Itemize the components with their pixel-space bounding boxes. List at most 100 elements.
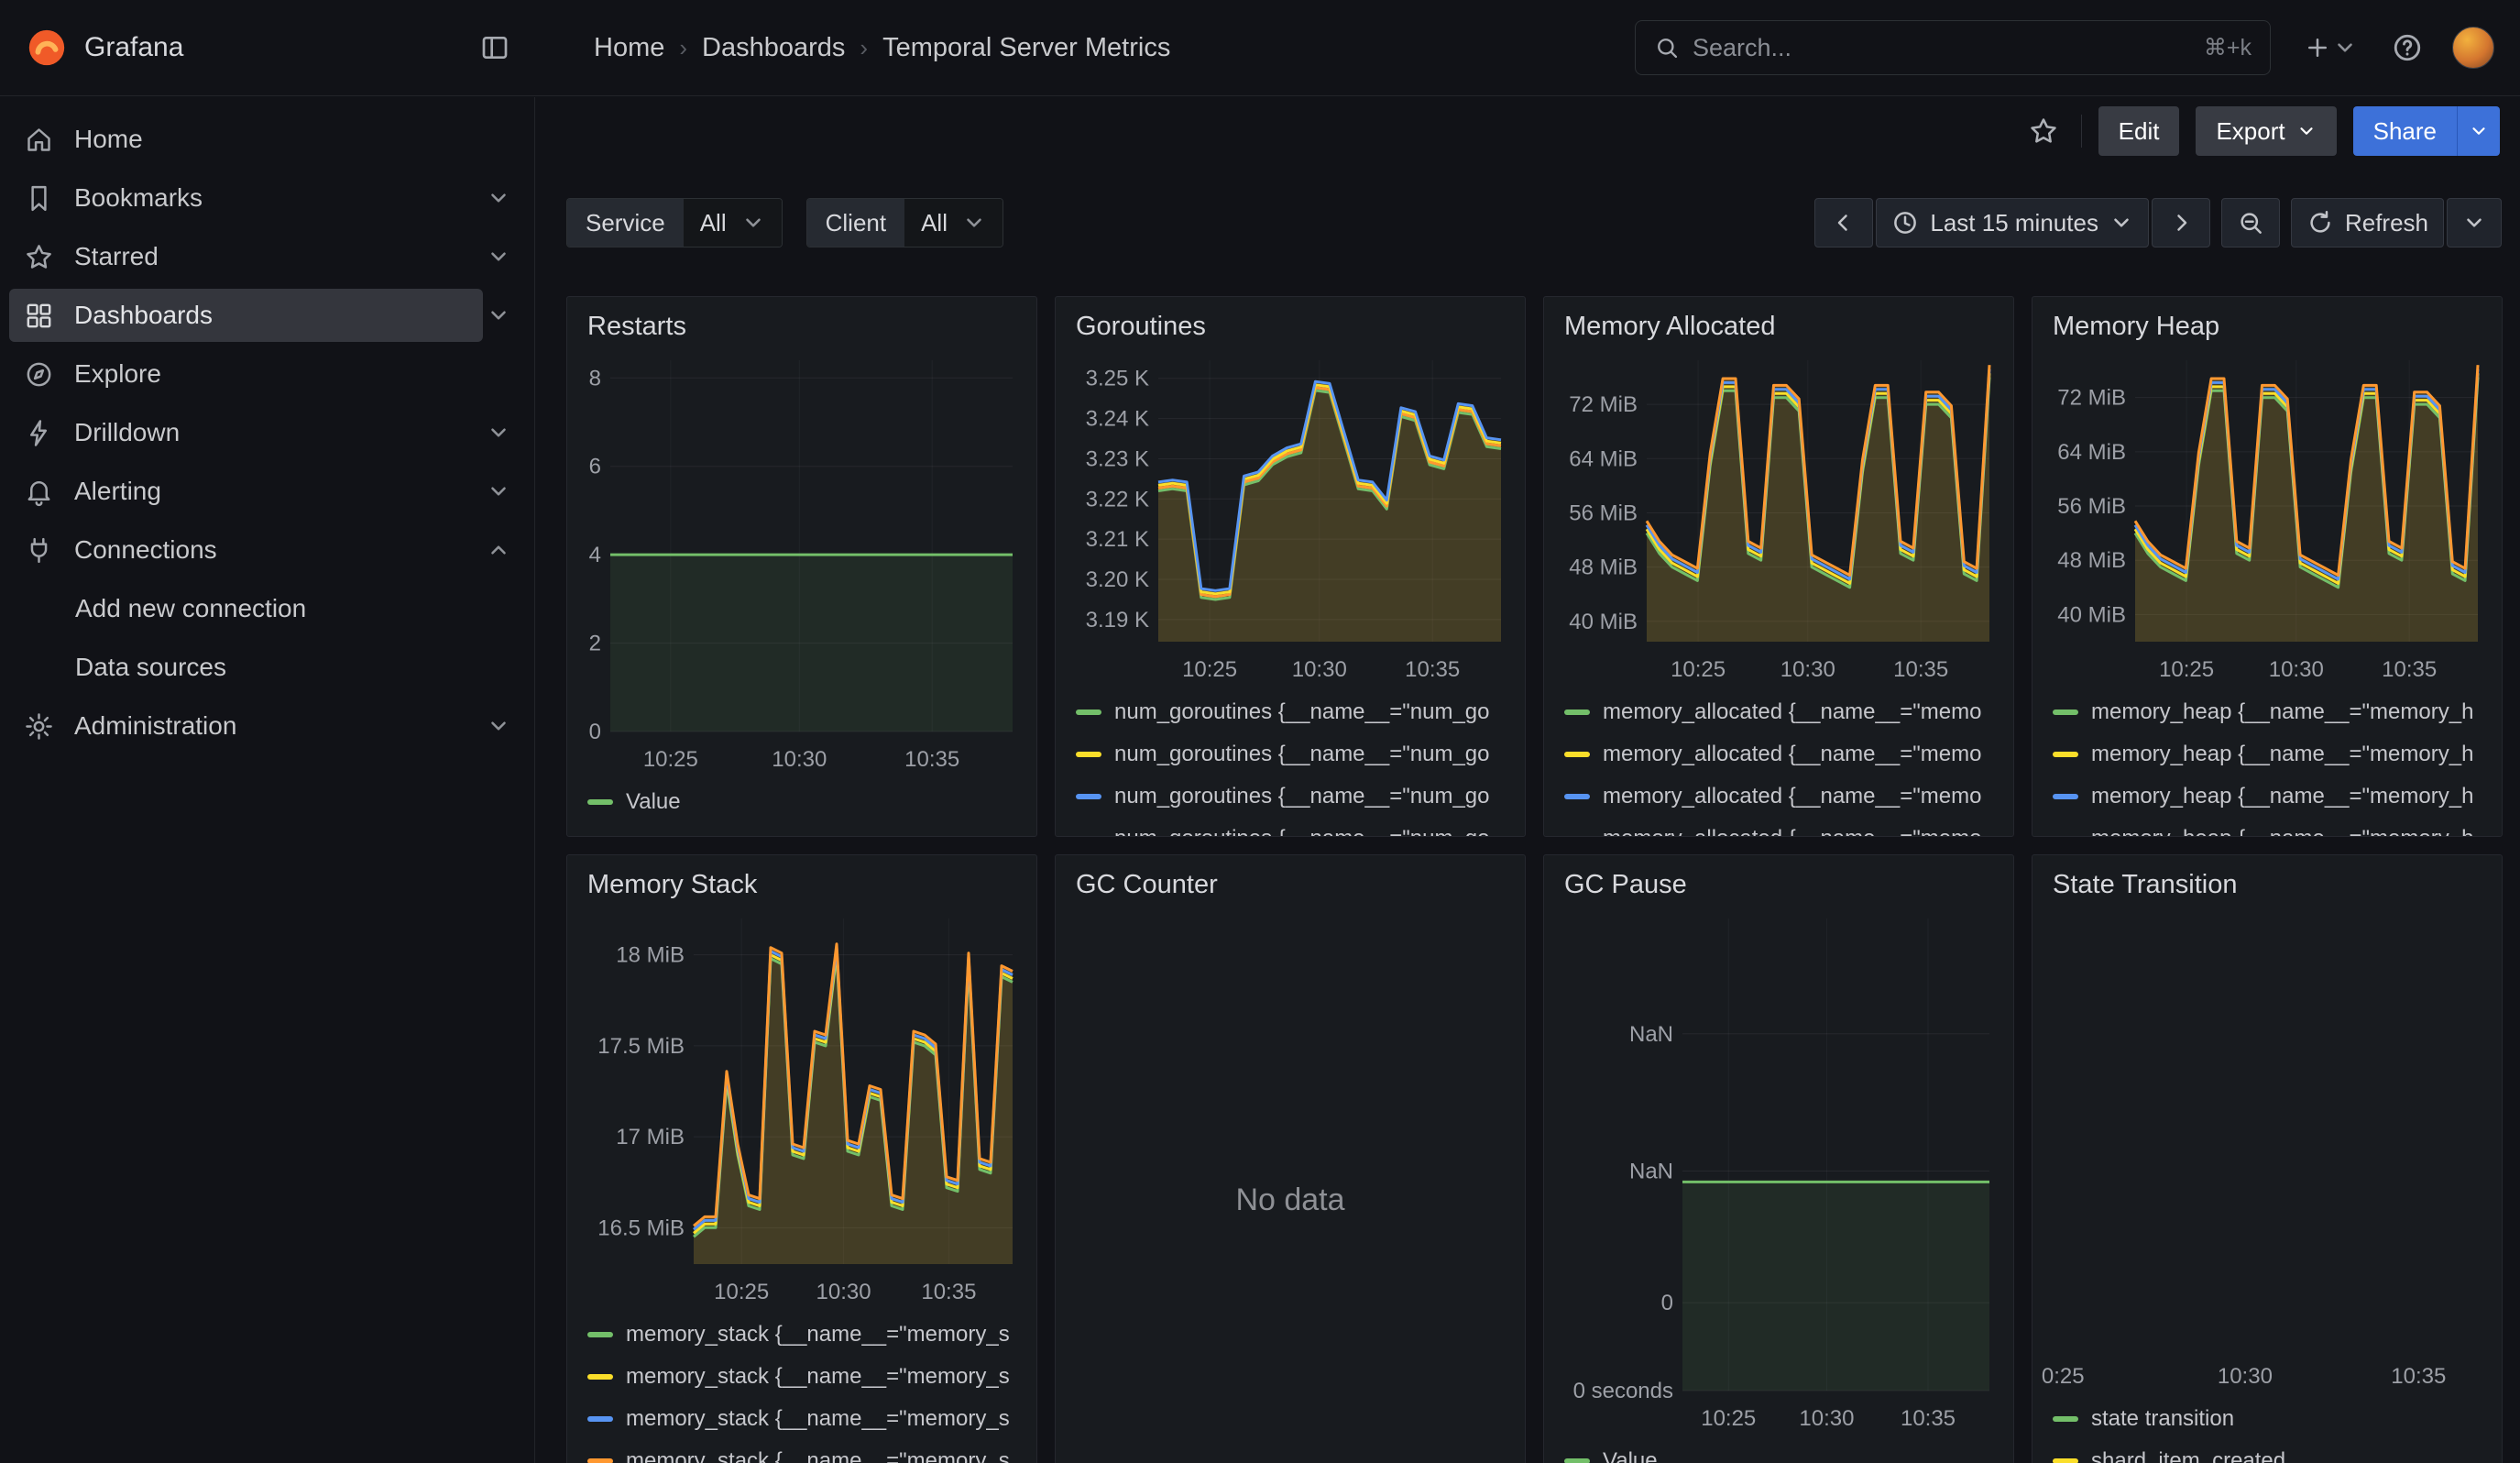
user-avatar[interactable]: [2452, 27, 2494, 69]
chevron-down-icon: [2462, 211, 2486, 235]
legend-label: memory_heap {__name__="memory_h: [2091, 826, 2473, 836]
legend-item[interactable]: num_goroutines {__name__="num_go: [1076, 733, 1505, 776]
zoom-out-button[interactable]: [2221, 198, 2280, 248]
collapse-connections-button[interactable]: [483, 534, 514, 566]
legend-item[interactable]: memory_allocated {__name__="memo: [1564, 776, 1993, 818]
svg-text:64 MiB: 64 MiB: [2057, 440, 2126, 465]
sidebar-item-connections[interactable]: Connections: [9, 523, 483, 577]
expand-alerting-button[interactable]: [483, 476, 514, 507]
legend-item[interactable]: memory_heap {__name__="memory_h: [2053, 776, 2482, 818]
search-input[interactable]: [1693, 34, 2191, 62]
time-controls: Last 15 minutes Refresh: [1814, 198, 2502, 248]
panel-title[interactable]: Goroutines: [1056, 297, 1525, 347]
restarts-chart[interactable]: 8642010:2510:3010:35: [575, 347, 1027, 777]
expand-dashboards-button[interactable]: [483, 300, 514, 331]
memory-heap-chart[interactable]: 72 MiB64 MiB56 MiB48 MiB40 MiB10:2510:30…: [2040, 347, 2493, 688]
goroutines-chart[interactable]: 3.25 K3.24 K3.23 K3.22 K3.21 K3.20 K3.19…: [1063, 347, 1516, 688]
sidebar-item-home[interactable]: Home: [9, 113, 514, 166]
sidebar-item-alerting[interactable]: Alerting: [9, 465, 483, 518]
panel-title[interactable]: Memory Stack: [567, 855, 1036, 906]
sidebar-item-label: Add new connection: [75, 594, 306, 623]
refresh-button[interactable]: Refresh: [2291, 198, 2444, 248]
top-actions: [2298, 27, 2520, 69]
gc-pause-chart[interactable]: NaNNaN00 seconds10:2510:3010:35: [1551, 906, 2004, 1436]
svg-text:3.19 K: 3.19 K: [1086, 608, 1149, 632]
chevron-down-icon: [487, 186, 510, 210]
sidebar-item-drilldown[interactable]: Drilldown: [9, 406, 483, 459]
panel-title[interactable]: State Transition: [2032, 855, 2502, 906]
legend-item[interactable]: shard_item_created: [2053, 1440, 2482, 1463]
state-transition-chart[interactable]: 0:2510:3010:35: [2040, 906, 2493, 1394]
expand-starred-button[interactable]: [483, 241, 514, 272]
sidebar-item-administration[interactable]: Administration: [9, 699, 483, 753]
favorite-button[interactable]: [2022, 110, 2065, 152]
legend-item[interactable]: memory_heap {__name__="memory_h: [2053, 818, 2482, 836]
svg-text:0: 0: [1661, 1291, 1673, 1315]
breadcrumb-home[interactable]: Home: [594, 33, 664, 63]
service-variable-label: Service: [567, 199, 684, 247]
share-button[interactable]: Share: [2353, 106, 2457, 156]
sidebar-item-bookmarks[interactable]: Bookmarks: [9, 171, 483, 225]
legend-item[interactable]: memory_heap {__name__="memory_h: [2053, 733, 2482, 776]
expand-drilldown-button[interactable]: [483, 417, 514, 448]
legend-item[interactable]: num_goroutines {__name__="num_go: [1076, 776, 1505, 818]
new-button[interactable]: [2298, 28, 2362, 67]
help-button[interactable]: [2386, 27, 2428, 69]
panel-title[interactable]: Memory Heap: [2032, 297, 2502, 347]
expand-administration-button[interactable]: [483, 710, 514, 742]
time-back-button[interactable]: [1814, 198, 1873, 248]
panel-title[interactable]: GC Pause: [1544, 855, 2013, 906]
legend-item[interactable]: memory_allocated {__name__="memo: [1564, 818, 1993, 836]
time-forward-button[interactable]: [2152, 198, 2210, 248]
legend-swatch: [1076, 752, 1101, 757]
legend-item[interactable]: memory_stack {__name__="memory_s: [587, 1356, 1016, 1398]
legend-swatch: [1564, 794, 1590, 799]
share-menu-button[interactable]: [2457, 106, 2500, 156]
sidebar-item-explore[interactable]: Explore: [9, 347, 514, 401]
svg-text:10:30: 10:30: [1292, 657, 1347, 682]
legend-item[interactable]: memory_stack {__name__="memory_s: [587, 1440, 1016, 1463]
legend-item[interactable]: memory_allocated {__name__="memo: [1564, 691, 1993, 733]
legend-item[interactable]: num_goroutines {__name__="num_go: [1076, 691, 1505, 733]
legend-item[interactable]: memory_stack {__name__="memory_s: [587, 1314, 1016, 1356]
legend-item[interactable]: memory_stack {__name__="memory_s: [587, 1398, 1016, 1440]
legend-item[interactable]: memory_heap {__name__="memory_h: [2053, 691, 2482, 733]
chart-svg: NaNNaN00 seconds10:2510:3010:35: [1551, 906, 2004, 1436]
panel-title[interactable]: Memory Allocated: [1544, 297, 2013, 347]
expand-bookmarks-button[interactable]: [483, 182, 514, 214]
legend-label: memory_stack {__name__="memory_s: [626, 1406, 1010, 1432]
breadcrumb-dashboards[interactable]: Dashboards: [702, 33, 845, 63]
chevron-down-icon: [487, 421, 510, 445]
panel-title[interactable]: GC Counter: [1056, 855, 1525, 906]
service-variable-value[interactable]: All: [684, 199, 782, 247]
sidebar-toggle-button[interactable]: [475, 28, 515, 68]
panel-title[interactable]: Restarts: [567, 297, 1036, 347]
legend-label: memory_allocated {__name__="memo: [1603, 742, 1981, 767]
star-icon: [24, 242, 54, 272]
svg-text:3.22 K: 3.22 K: [1086, 487, 1149, 512]
sidebar-item-add-new-connection[interactable]: Add new connection: [9, 582, 514, 635]
sidebar-item-data-sources[interactable]: Data sources: [9, 641, 514, 694]
search-box[interactable]: ⌘+k: [1635, 20, 2271, 75]
panel-memory-stack: Memory Stack 18 MiB17.5 MiB17 MiB16.5 Mi…: [566, 854, 1037, 1463]
memory-allocated-chart[interactable]: 72 MiB64 MiB56 MiB48 MiB40 MiB10:2510:30…: [1551, 347, 2004, 688]
svg-text:10:35: 10:35: [1893, 657, 1948, 682]
sidebar-item-dashboards[interactable]: Dashboards: [9, 289, 483, 342]
legend-item[interactable]: memory_allocated {__name__="memo: [1564, 733, 1993, 776]
edit-button[interactable]: Edit: [2098, 106, 2180, 156]
export-button[interactable]: Export: [2196, 106, 2336, 156]
legend-item[interactable]: state transition: [2053, 1398, 2482, 1440]
client-variable-value[interactable]: All: [904, 199, 1003, 247]
chevron-down-icon: [2109, 211, 2133, 235]
refresh-interval-button[interactable]: [2447, 198, 2502, 248]
legend-item[interactable]: Value: [587, 781, 1016, 823]
svg-text:10:35: 10:35: [921, 1280, 976, 1304]
memory-stack-chart[interactable]: 18 MiB17.5 MiB17 MiB16.5 MiB10:2510:3010…: [575, 906, 1027, 1310]
legend-item[interactable]: num_goroutines {__name__="num_go: [1076, 818, 1505, 836]
svg-text:48 MiB: 48 MiB: [1569, 556, 1638, 580]
time-range-picker[interactable]: Last 15 minutes: [1876, 198, 2149, 248]
legend-label: state transition: [2091, 1406, 2234, 1432]
legend-label: memory_stack {__name__="memory_s: [626, 1364, 1010, 1390]
legend-item[interactable]: Value: [1564, 1440, 1993, 1463]
sidebar-item-starred[interactable]: Starred: [9, 230, 483, 283]
